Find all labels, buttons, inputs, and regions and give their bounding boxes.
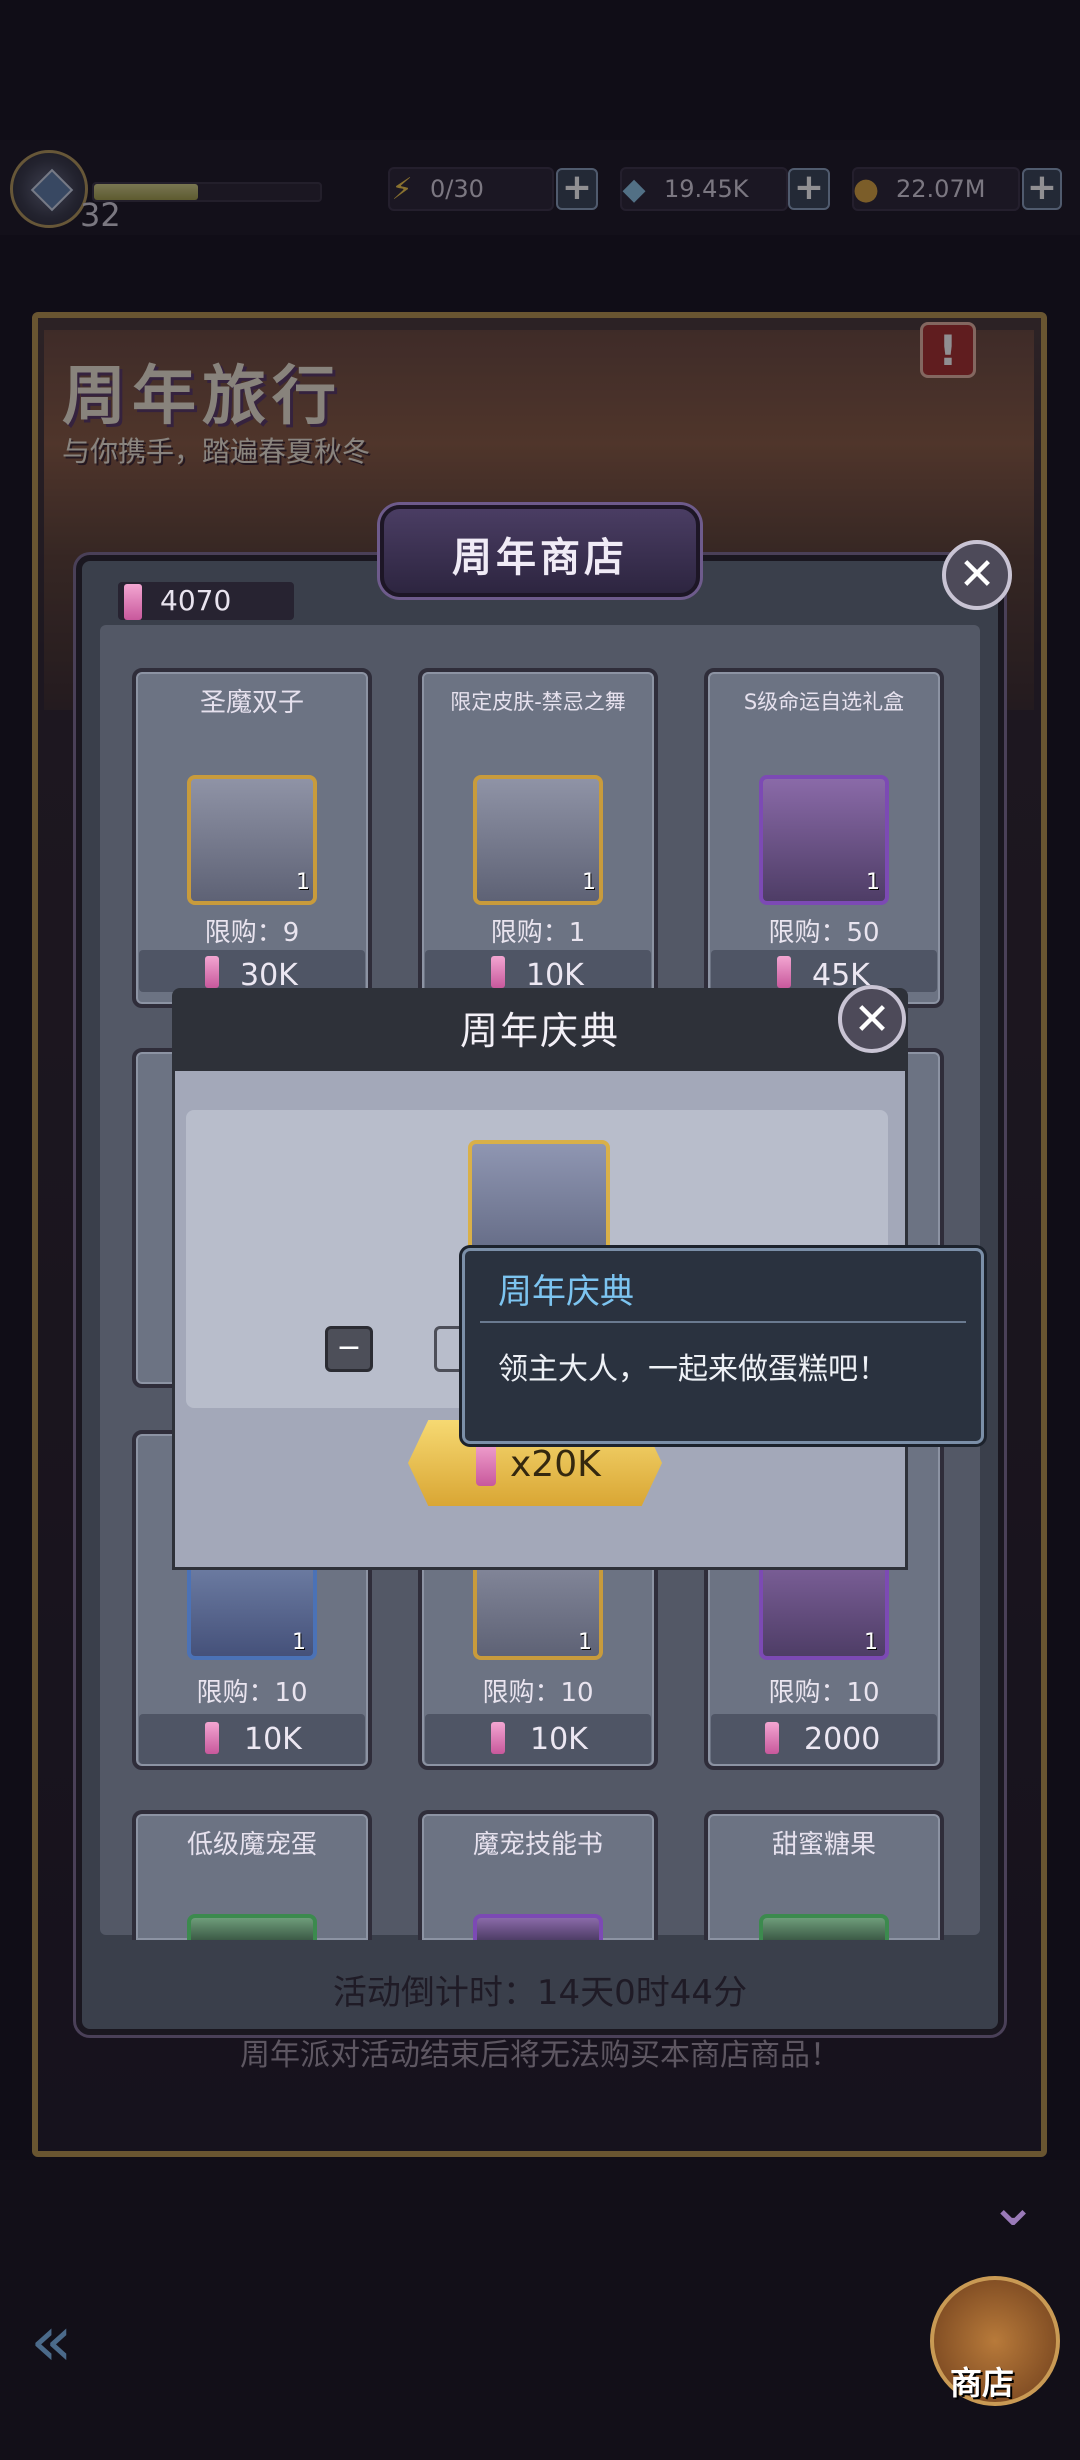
tooltip-description: 领主大人，一起来做蛋糕吧！ [498,1352,888,1387]
item-qty: 1 [866,870,880,895]
tooltip-divider [480,1321,966,1323]
item-icon [473,1914,603,1940]
shop-item-name: 魔宠技能书 [472,1830,603,1860]
shop-title: 周年商店 [452,535,628,581]
anniversary-token-icon [491,956,505,988]
item-qty: 1 [582,870,596,895]
shop-item-name: 圣魔双子 [199,688,304,718]
shop-nav-label: 商店 [950,2364,1015,2402]
item-qty: 1 [578,1630,592,1655]
item-qty: 1 [296,870,310,895]
dialog-title: 周年庆典 [459,1009,620,1053]
shop-item-name: 甜蜜糖果 [771,1830,876,1860]
anniversary-token-icon [491,1722,505,1754]
purchase-limit: 限购：10 [768,1678,880,1708]
shop-item-name: S级命运自选礼盒 [743,690,905,714]
anniversary-token-icon [476,1440,496,1486]
dialog-close-button[interactable]: ✕ [838,985,906,1053]
purchase-limit: 限购：50 [768,918,880,948]
item-icon [759,1914,889,1940]
shop-item-name: 限定皮肤-禁忌之舞 [450,690,626,714]
anniversary-token-icon [777,956,791,988]
bottom-nav-bar [0,2160,1080,2460]
event-countdown: 活动倒计时：14天0时44分 [332,1973,748,2013]
tooltip-title: 周年庆典 [498,1272,634,1312]
anniversary-token-icon [205,1722,219,1754]
item-price: 10K [530,1722,588,1757]
anniversary-token-icon [124,584,142,620]
item-price: 10K [244,1722,302,1757]
anniversary-token-icon [765,1722,779,1754]
back-arrows-icon[interactable]: « [30,2300,160,2382]
shop-item-name: 低级魔宠蛋 [186,1830,317,1860]
buy-price: x20K [510,1444,601,1485]
collapse-chevron-icon[interactable]: ⌄ [988,2170,1038,2240]
item-qty: 1 [864,1630,878,1655]
purchase-limit: 限购：9 [204,918,300,948]
currency-amount: 4070 [160,584,232,617]
anniversary-token-icon [205,956,219,988]
item-icon [187,1914,317,1940]
purchase-limit: 限购：10 [482,1678,594,1708]
decrease-quantity-button[interactable]: − [325,1326,373,1372]
item-qty: 1 [292,1630,306,1655]
purchase-limit: 限购：1 [490,918,586,948]
item-price: 2000 [804,1722,881,1757]
purchase-limit: 限购：10 [196,1678,308,1708]
shop-close-button[interactable]: ✕ [942,540,1012,610]
